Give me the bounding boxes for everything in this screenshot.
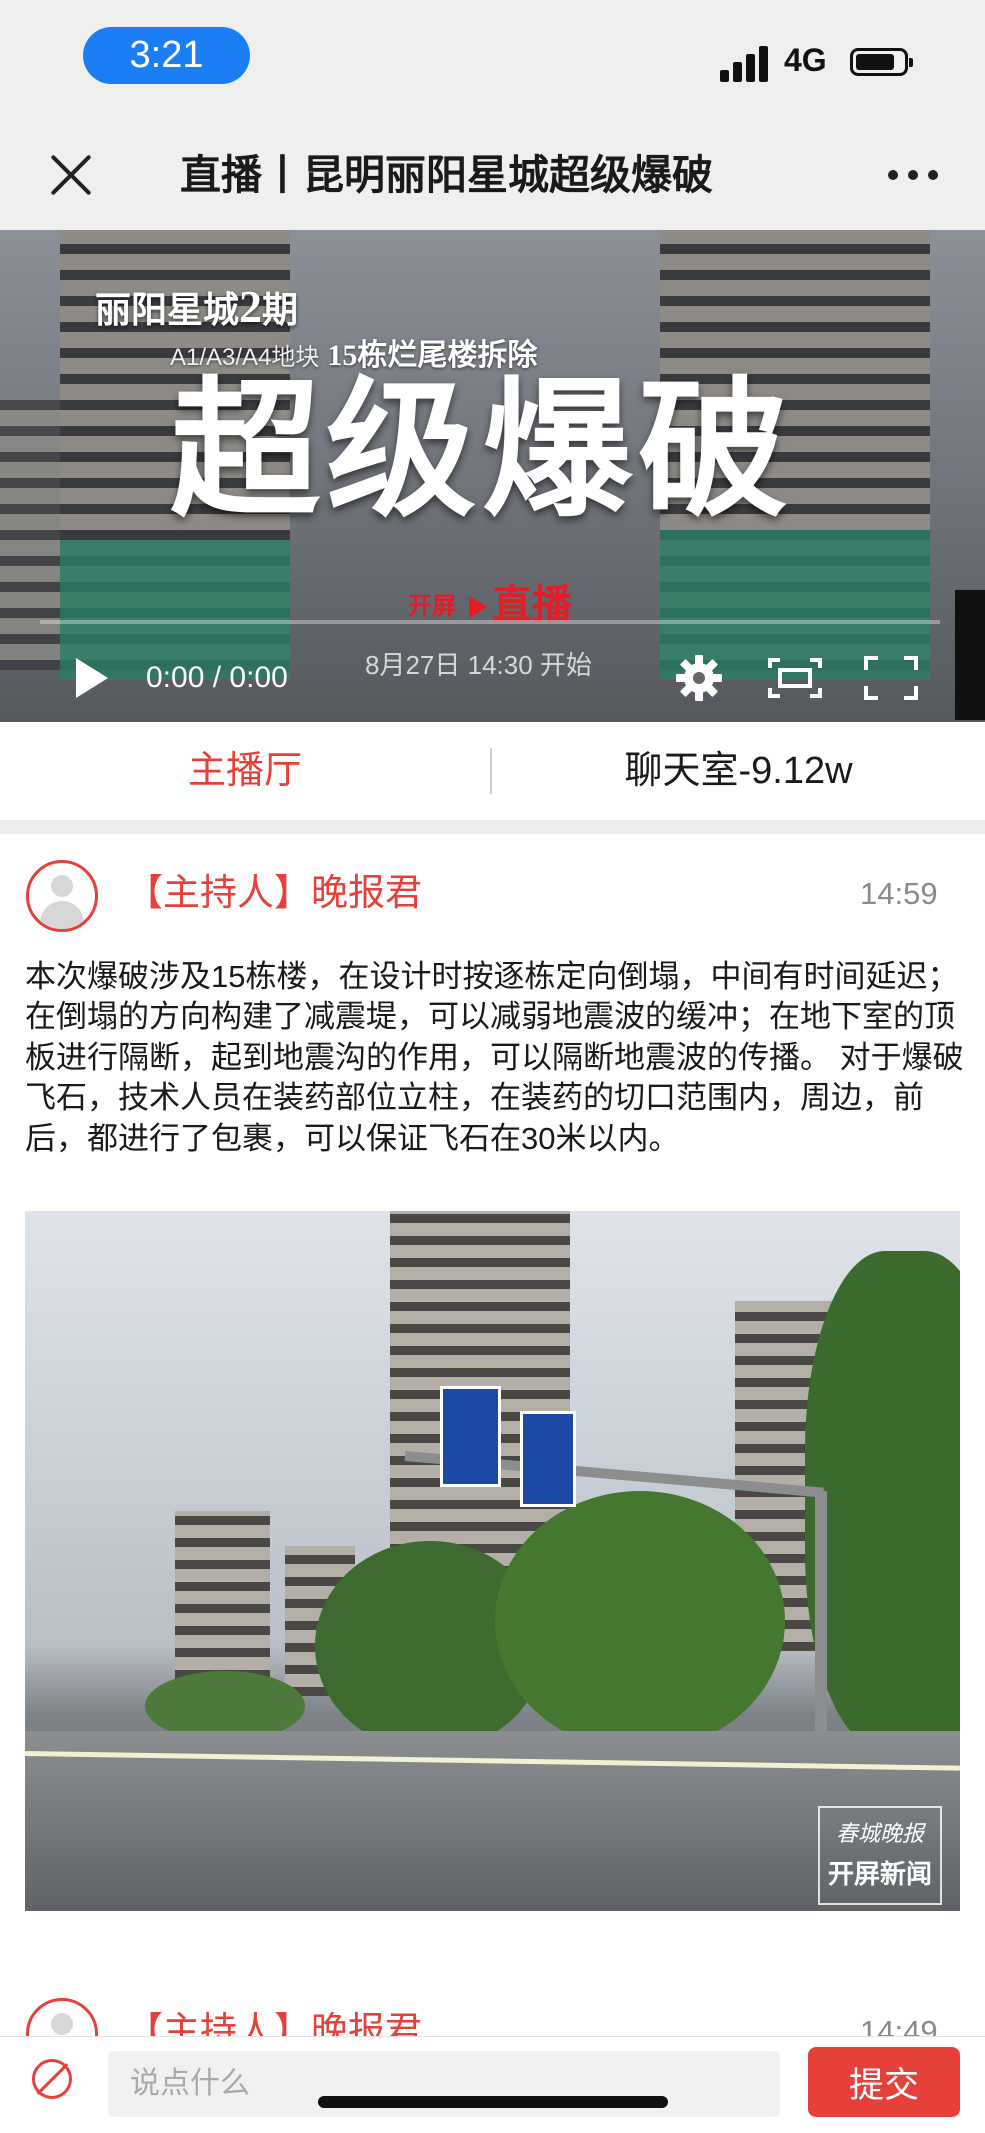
nav-bar: 直播丨昆明丽阳星城超级爆破 bbox=[0, 120, 985, 231]
signal-icon bbox=[720, 44, 772, 82]
tab-host-hall[interactable]: 主播厅 bbox=[0, 722, 490, 820]
video-start-info: 8月27日 14:30 开始 bbox=[365, 650, 592, 680]
road-sign bbox=[440, 1386, 501, 1487]
video-edge bbox=[955, 590, 985, 720]
video-series: 丽阳星城2期 bbox=[95, 281, 299, 332]
play-icon[interactable] bbox=[76, 658, 108, 698]
status-bar: 3:21 4G bbox=[0, 0, 985, 120]
photo-tree bbox=[495, 1491, 785, 1751]
post-photo[interactable]: 春城晚报 开屏新闻 bbox=[25, 1211, 960, 1911]
avatar[interactable] bbox=[26, 860, 98, 932]
post-time: 14:59 bbox=[860, 876, 938, 911]
picture-in-picture-icon[interactable] bbox=[768, 656, 822, 700]
video-player[interactable]: 丽阳星城2期 A1/A3/A4地块 15栋烂尾楼拆除 超级爆破 开屏 直播 0:00… bbox=[0, 230, 985, 722]
tab-bar: 主播厅 聊天室-9.12w bbox=[0, 722, 985, 820]
post-header: 【主持人】晚报君 14:59 bbox=[0, 860, 985, 940]
gear-icon[interactable] bbox=[675, 654, 723, 702]
section-divider bbox=[0, 820, 985, 834]
home-indicator bbox=[318, 2096, 668, 2108]
more-icon[interactable] bbox=[888, 170, 938, 182]
post-text: 本次爆破涉及15栋楼，在设计时按逐栋定向倒塌，中间有时间延迟；在倒塌的方向构建了… bbox=[25, 959, 964, 1156]
video-progress[interactable] bbox=[40, 620, 940, 624]
kaiping-logo: 开屏 bbox=[408, 593, 456, 621]
no-comment-icon[interactable] bbox=[32, 2059, 72, 2099]
video-time: 0:00 / 0:00 bbox=[146, 661, 288, 694]
photo-watermark: 春城晚报 开屏新闻 bbox=[818, 1806, 942, 1905]
status-time[interactable]: 3:21 bbox=[83, 27, 250, 84]
page-title: 直播丨昆明丽阳星城超级爆破 bbox=[180, 152, 713, 198]
photo-tree bbox=[805, 1251, 960, 1751]
tab-chat-room[interactable]: 聊天室-9.12w bbox=[492, 722, 985, 820]
submit-button[interactable]: 提交 bbox=[808, 2047, 960, 2117]
road-sign bbox=[520, 1411, 576, 1507]
comment-bar: 提交 bbox=[0, 2036, 985, 2133]
video-headline: 超级爆破 bbox=[170, 362, 795, 538]
live-play-icon bbox=[464, 593, 488, 621]
battery-icon bbox=[850, 48, 913, 76]
fullscreen-icon[interactable] bbox=[864, 656, 918, 700]
close-icon[interactable] bbox=[50, 154, 92, 196]
network-type: 4G bbox=[784, 42, 827, 78]
sign-pole bbox=[815, 1491, 827, 1761]
post-author: 【主持人】晚报君 bbox=[126, 872, 422, 913]
